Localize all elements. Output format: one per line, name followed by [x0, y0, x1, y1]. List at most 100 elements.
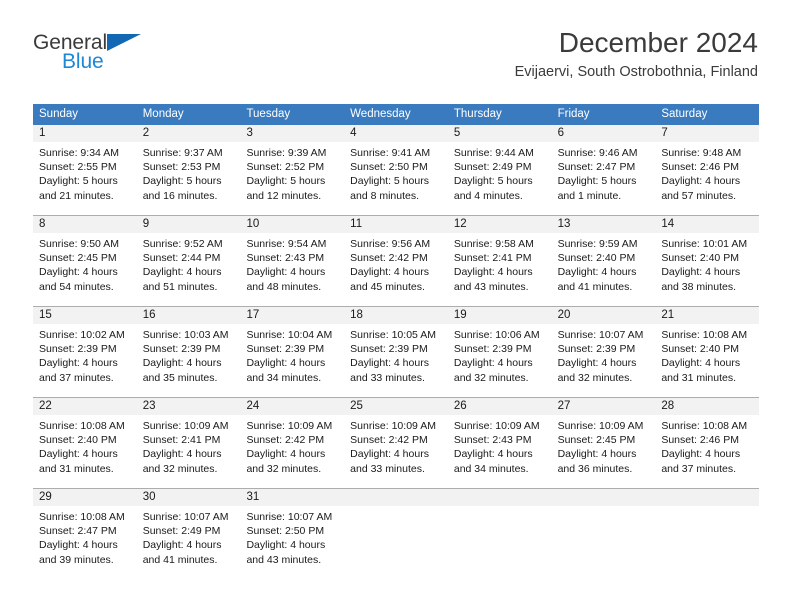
logo-blue-label: Blue: [62, 50, 104, 73]
calendar-day-cell[interactable]: 18 Sunrise: 10:05 AM Sunset: 2:39 PM Daylig…: [344, 307, 448, 387]
day-detail-line: and 32 minutes.: [557, 371, 633, 384]
day-detail-line: Sunrise: 9:39 AM: [246, 147, 327, 159]
calendar-day-cell[interactable]: 10 Sunrise: 9:54 AM Sunset: 2:43 PM Dayligh…: [240, 216, 345, 296]
day-detail-line: Sunset: 2:47 PM: [557, 161, 636, 174]
day-number: 20: [551, 307, 656, 324]
day-detail-line: Sunset: 2:45 PM: [557, 434, 636, 447]
day-detail-line: and 48 minutes.: [246, 280, 322, 293]
day-number: 30: [136, 489, 241, 506]
calendar-day-cell[interactable]: 9 Sunrise: 9:52 AM Sunset: 2:44 PM Daylight…: [136, 216, 241, 296]
calendar-day-cell[interactable]: 1 Sunrise: 9:34 AM Sunset: 2:55 PM Daylight…: [33, 125, 137, 205]
day-detail-line: Sunrise: 10:09 AM: [246, 420, 333, 432]
calendar-day-cell[interactable]: 31 Sunrise: 10:07 AM Sunset: 2:50 PM Daylig…: [240, 489, 345, 569]
day-detail-line: Daylight: 4 hours: [246, 357, 326, 370]
day-detail-line: Sunset: 2:43 PM: [246, 252, 325, 265]
calendar-day-cell[interactable]: 25 Sunrise: 10:09 AM Sunset: 2:42 PM Daylig…: [344, 398, 448, 478]
calendar-day-cell[interactable]: 26 Sunrise: 10:09 AM Sunset: 2:43 PM Daylig…: [447, 398, 552, 478]
day-details: Sunrise: 10:09 AM Sunset: 2:42 PM Daylight…: [240, 415, 344, 476]
calendar-day-cell[interactable]: 21 Sunrise: 10:08 AM Sunset: 2:40 PM Daylig…: [655, 307, 760, 387]
title-block: December 2024 Evijaervi, South Ostroboth…: [515, 27, 758, 81]
calendar-day-cell[interactable]: 22 Sunrise: 10:08 AM Sunset: 2:40 PM Daylig…: [33, 398, 137, 478]
calendar-day-cell[interactable]: 16 Sunrise: 10:03 AM Sunset: 2:39 PM Daylig…: [136, 307, 241, 387]
calendar-day-cell[interactable]: 23 Sunrise: 10:09 AM Sunset: 2:41 PM Daylig…: [136, 398, 241, 478]
calendar-day-cell[interactable]: 4 Sunrise: 9:41 AM Sunset: 2:50 PM Daylight…: [344, 125, 448, 205]
calendar-day-cell[interactable]: 7 Sunrise: 9:48 AM Sunset: 2:46 PM Daylight…: [655, 125, 760, 205]
calendar-day-cell-empty: [655, 489, 760, 569]
calendar-day-cell[interactable]: 8 Sunrise: 9:50 AM Sunset: 2:45 PM Daylight…: [33, 216, 137, 296]
day-detail-line: and 54 minutes.: [39, 280, 114, 293]
calendar-day-cell[interactable]: 28 Sunrise: 10:08 AM Sunset: 2:46 PM Daylig…: [655, 398, 760, 478]
calendar-day-cell[interactable]: 2 Sunrise: 9:37 AM Sunset: 2:53 PM Daylight…: [136, 125, 241, 205]
day-detail-line: and 51 minutes.: [142, 280, 218, 293]
calendar-day-cell[interactable]: 20 Sunrise: 10:07 AM Sunset: 2:39 PM Daylig…: [551, 307, 656, 387]
day-details: Sunrise: 10:08 AM Sunset: 2:46 PM Daylight…: [655, 415, 759, 476]
day-detail-line: Sunset: 2:44 PM: [142, 252, 221, 265]
day-detail-line: and 41 minutes.: [557, 280, 633, 293]
day-detail-line: Sunset: 2:53 PM: [142, 161, 221, 174]
calendar-day-cell-empty: [344, 489, 448, 569]
day-detail-line: Daylight: 4 hours: [246, 448, 326, 461]
calendar-day-cell[interactable]: 14 Sunrise: 10:01 AM Sunset: 2:40 PM Daylig…: [655, 216, 760, 296]
day-detail-line: Sunrise: 9:46 AM: [557, 147, 638, 159]
calendar-day-cell[interactable]: 19 Sunrise: 10:06 AM Sunset: 2:39 PM Daylig…: [447, 307, 552, 387]
day-number: 12: [447, 216, 552, 233]
day-detail-line: Sunset: 2:52 PM: [246, 161, 325, 174]
day-detail-line: Sunset: 2:42 PM: [350, 434, 428, 447]
day-detail-line: and 36 minutes.: [557, 462, 633, 475]
day-detail-line: Daylight: 4 hours: [453, 448, 533, 461]
day-number: 17: [240, 307, 345, 324]
day-detail-line: Sunrise: 9:50 AM: [39, 238, 119, 250]
day-number: 6: [551, 125, 656, 142]
day-details: Sunrise: 9:59 AM Sunset: 2:40 PM Daylight:…: [552, 233, 656, 294]
day-detail-line: Sunset: 2:39 PM: [453, 343, 532, 356]
day-number: 28: [655, 398, 760, 415]
calendar-day-cell[interactable]: 27 Sunrise: 10:09 AM Sunset: 2:45 PM Daylig…: [551, 398, 656, 478]
day-detail-line: Sunset: 2:39 PM: [246, 343, 325, 356]
calendar-day-cell[interactable]: 15 Sunrise: 10:02 AM Sunset: 2:39 PM Daylig…: [33, 307, 137, 387]
logo-triangle-icon: [107, 34, 141, 51]
day-detail-line: Daylight: 4 hours: [39, 539, 118, 552]
calendar-day-cell[interactable]: 17 Sunrise: 10:04 AM Sunset: 2:39 PM Daylig…: [240, 307, 345, 387]
day-detail-line: Sunset: 2:39 PM: [39, 343, 117, 356]
calendar-day-cell[interactable]: 13 Sunrise: 9:59 AM Sunset: 2:40 PM Dayligh…: [551, 216, 656, 296]
day-detail-line: and 21 minutes.: [39, 189, 114, 202]
day-details: Sunrise: 9:54 AM Sunset: 2:43 PM Daylight:…: [240, 233, 344, 294]
calendar-day-cell[interactable]: 11 Sunrise: 9:56 AM Sunset: 2:42 PM Dayligh…: [344, 216, 448, 296]
day-detail-line: Sunset: 2:49 PM: [142, 525, 221, 538]
logo-general-label: General: [33, 31, 108, 54]
day-number: 24: [240, 398, 345, 415]
day-detail-line: and 34 minutes.: [453, 462, 529, 475]
calendar-day-cell[interactable]: 24 Sunrise: 10:09 AM Sunset: 2:42 PM Daylig…: [240, 398, 345, 478]
day-detail-line: Daylight: 4 hours: [557, 448, 637, 461]
day-detail-line: and 38 minutes.: [661, 280, 737, 293]
page-header: General Blue December 2024 Evijaervi, So…: [0, 0, 792, 80]
calendar-day-cell[interactable]: 6 Sunrise: 9:46 AM Sunset: 2:47 PM Daylight…: [551, 125, 656, 205]
day-detail-line: Daylight: 4 hours: [350, 357, 429, 370]
logo-text-general: General: [33, 31, 141, 54]
day-detail-line: Daylight: 4 hours: [39, 448, 118, 461]
day-detail-line: and 31 minutes.: [661, 371, 737, 384]
day-detail-line: Sunset: 2:39 PM: [350, 343, 428, 356]
weekday-header-friday: Friday: [557, 108, 590, 120]
day-detail-line: Daylight: 4 hours: [557, 357, 637, 370]
day-number: 9: [136, 216, 241, 233]
day-detail-line: Sunset: 2:40 PM: [39, 434, 117, 447]
calendar-week-row: 22 Sunrise: 10:08 AM Sunset: 2:40 PM Daylig…: [33, 397, 760, 478]
day-number: 10: [240, 216, 345, 233]
day-detail-line: Sunset: 2:46 PM: [661, 161, 739, 174]
day-detail-line: Sunset: 2:45 PM: [39, 252, 117, 265]
calendar-day-cell[interactable]: 12 Sunrise: 9:58 AM Sunset: 2:41 PM Dayligh…: [447, 216, 552, 296]
calendar-day-cell[interactable]: 5 Sunrise: 9:44 AM Sunset: 2:49 PM Daylight…: [447, 125, 552, 205]
day-detail-line: and 31 minutes.: [39, 462, 114, 475]
calendar-day-cell[interactable]: 29 Sunrise: 10:08 AM Sunset: 2:47 PM Daylig…: [33, 489, 137, 569]
day-number: 31: [240, 489, 345, 506]
day-detail-line: Sunrise: 10:08 AM: [39, 511, 125, 523]
calendar-page: General Blue December 2024 Evijaervi, So…: [0, 0, 792, 612]
day-details: Sunrise: 10:03 AM Sunset: 2:39 PM Daylight…: [137, 324, 241, 385]
day-number: 5: [447, 125, 552, 142]
day-detail-line: Daylight: 4 hours: [661, 357, 741, 370]
day-details: Sunrise: 10:06 AM Sunset: 2:39 PM Daylight…: [448, 324, 552, 385]
calendar-day-cell[interactable]: 3 Sunrise: 9:39 AM Sunset: 2:52 PM Daylight…: [240, 125, 345, 205]
calendar-day-cell[interactable]: 30 Sunrise: 10:07 AM Sunset: 2:49 PM Daylig…: [136, 489, 241, 569]
day-detail-line: Daylight: 4 hours: [557, 266, 637, 279]
